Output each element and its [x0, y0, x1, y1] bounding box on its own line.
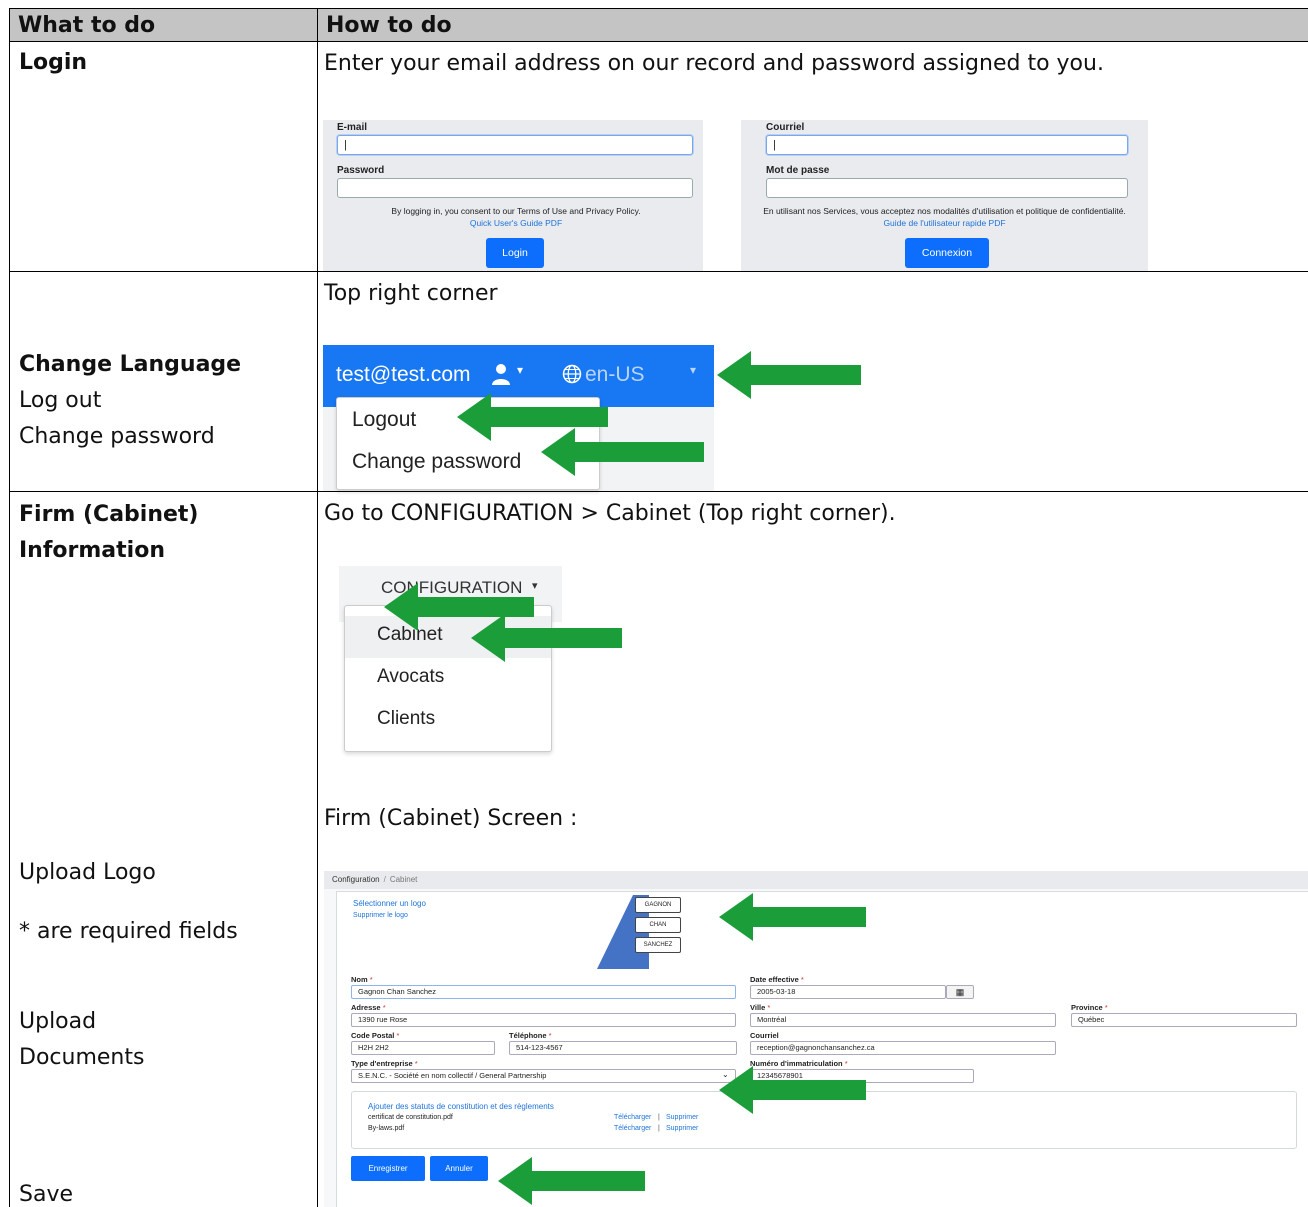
province-label: Province *	[1071, 1003, 1108, 1012]
firm-label: Firm (Cabinet)	[19, 502, 199, 527]
ville-input[interactable]: Montréal	[750, 1013, 1056, 1027]
cancel-button[interactable]: Annuler	[430, 1156, 488, 1181]
calendar-icon[interactable]: ▦	[946, 985, 974, 999]
courriel-label: Courriel	[750, 1031, 779, 1040]
header-how: How to do	[318, 9, 1308, 42]
nom-label: Nom *	[351, 975, 373, 984]
add-documents-link[interactable]: Ajouter des statuts de constitution et d…	[368, 1102, 554, 1111]
user-email: test@test.com	[336, 363, 471, 386]
logout-label: Log out	[19, 388, 102, 413]
document-name: By-laws.pdf	[368, 1125, 405, 1132]
row-divider	[10, 491, 1308, 492]
province-input[interactable]: Québec	[1071, 1013, 1297, 1027]
instruction-table: What to do How to do Login Enter your em…	[9, 8, 1308, 1207]
connexion-button[interactable]: Connexion	[905, 238, 989, 268]
row-divider	[10, 271, 1308, 272]
login-button[interactable]: Login	[486, 238, 544, 268]
telephone-input[interactable]: 514-123-4567	[509, 1041, 737, 1055]
email-label: E-mail	[337, 122, 368, 133]
upload-logo-label: Upload Logo	[19, 860, 156, 885]
nom-input[interactable]: Gagnon Chan Sanchez	[351, 985, 736, 999]
save-label: Save	[19, 1182, 74, 1207]
delete-link[interactable]: Supprimer	[666, 1125, 698, 1132]
document-name: certificat de constitution.pdf	[368, 1114, 453, 1121]
login-label: Login	[19, 50, 88, 75]
type-entreprise-select[interactable]: S.E.N.C. - Société en nom collectif / Ge…	[351, 1069, 736, 1083]
login-panel-fr: Courriel | Mot de passe En utilisant nos…	[741, 120, 1148, 271]
required-fields-label: * are required fields	[19, 919, 238, 944]
login-description: Enter your email address on our record a…	[324, 51, 1104, 76]
guide-link[interactable]: Quick User's Guide PDF	[323, 218, 709, 228]
header-what: What to do	[10, 9, 317, 42]
delete-link[interactable]: Supprimer	[666, 1114, 698, 1121]
firm-label-2: Information	[19, 538, 165, 563]
firm-description: Go to CONFIGURATION > Cabinet (Top right…	[324, 501, 896, 526]
password-label: Password	[337, 165, 385, 176]
change-password-menu-item[interactable]: Change password	[352, 450, 521, 474]
password-input[interactable]	[337, 178, 693, 198]
screen-caption: Firm (Cabinet) Screen :	[324, 806, 578, 831]
remove-logo-link[interactable]: Supprimer le logo	[353, 912, 408, 919]
consent-note: By logging in, you consent to our Terms …	[391, 206, 641, 216]
arrow-icon	[717, 351, 861, 399]
arrow-icon	[719, 1066, 866, 1114]
breadcrumb-configuration[interactable]: Configuration	[332, 875, 380, 884]
code-postal-label: Code Postal *	[351, 1031, 400, 1040]
logout-menu-item[interactable]: Logout	[352, 408, 416, 432]
language-description: Top right corner	[324, 281, 498, 306]
ville-label: Ville *	[750, 1003, 771, 1012]
download-link[interactable]: Télécharger	[614, 1114, 651, 1121]
clients-menu-item[interactable]: Clients	[377, 708, 435, 730]
adresse-label: Adresse *	[351, 1003, 386, 1012]
guide-link-fr[interactable]: Guide de l'utilisateur rapide PDF	[741, 218, 1148, 228]
mot-de-passe-input[interactable]	[766, 178, 1128, 198]
firm-logo: GAGNON CHAN SANCHEZ	[597, 895, 697, 969]
arrow-icon	[384, 583, 534, 631]
chevron-down-icon[interactable]: ▾	[517, 363, 523, 377]
upload-documents-label-2: Documents	[19, 1045, 145, 1070]
breadcrumb: Configuration / Cabinet	[324, 871, 1308, 889]
language-selector[interactable]: en-US	[585, 363, 645, 387]
change-password-label: Change password	[19, 424, 215, 449]
select-logo-link[interactable]: Sélectionner un logo	[353, 899, 426, 908]
code-postal-input[interactable]: H2H 2H2	[351, 1041, 495, 1055]
adresse-input[interactable]: 1390 rue Rose	[351, 1013, 736, 1027]
avocats-menu-item[interactable]: Avocats	[377, 666, 444, 688]
login-panel-en: E-mail | Password By logging in, you con…	[323, 120, 703, 271]
column-divider	[317, 9, 318, 1207]
logo-word: SANCHEZ	[635, 937, 681, 953]
arrow-icon	[541, 428, 704, 476]
change-language-label: Change Language	[19, 352, 242, 377]
logo-word: CHAN	[635, 917, 681, 933]
consent-note-fr: En utilisant nos Services, vous acceptez…	[763, 206, 1126, 216]
telephone-label: Téléphone *	[509, 1031, 552, 1040]
breadcrumb-cabinet: Cabinet	[389, 875, 418, 884]
email-input[interactable]: |	[337, 135, 693, 155]
chevron-down-icon[interactable]: ▾	[690, 363, 696, 377]
date-effective-label: Date effective *	[750, 975, 804, 984]
arrow-icon	[719, 893, 866, 941]
arrow-icon	[498, 1157, 645, 1205]
logo-word: GAGNON	[635, 897, 681, 913]
courriel-input[interactable]: reception@gagnonchansanchez.ca	[750, 1041, 1056, 1055]
globe-icon[interactable]	[562, 364, 582, 389]
mot-de-passe-label: Mot de passe	[766, 165, 830, 176]
type-entreprise-label: Type d'entreprise *	[351, 1059, 418, 1068]
user-icon[interactable]	[491, 362, 511, 391]
upload-documents-label-1: Upload	[19, 1009, 97, 1034]
date-effective-input[interactable]: 2005-03-18	[750, 985, 946, 999]
save-button[interactable]: Enregistrer	[351, 1156, 425, 1181]
courriel-input[interactable]: |	[766, 135, 1128, 155]
courriel-label: Courriel	[766, 122, 805, 133]
download-link[interactable]: Télécharger	[614, 1125, 651, 1132]
